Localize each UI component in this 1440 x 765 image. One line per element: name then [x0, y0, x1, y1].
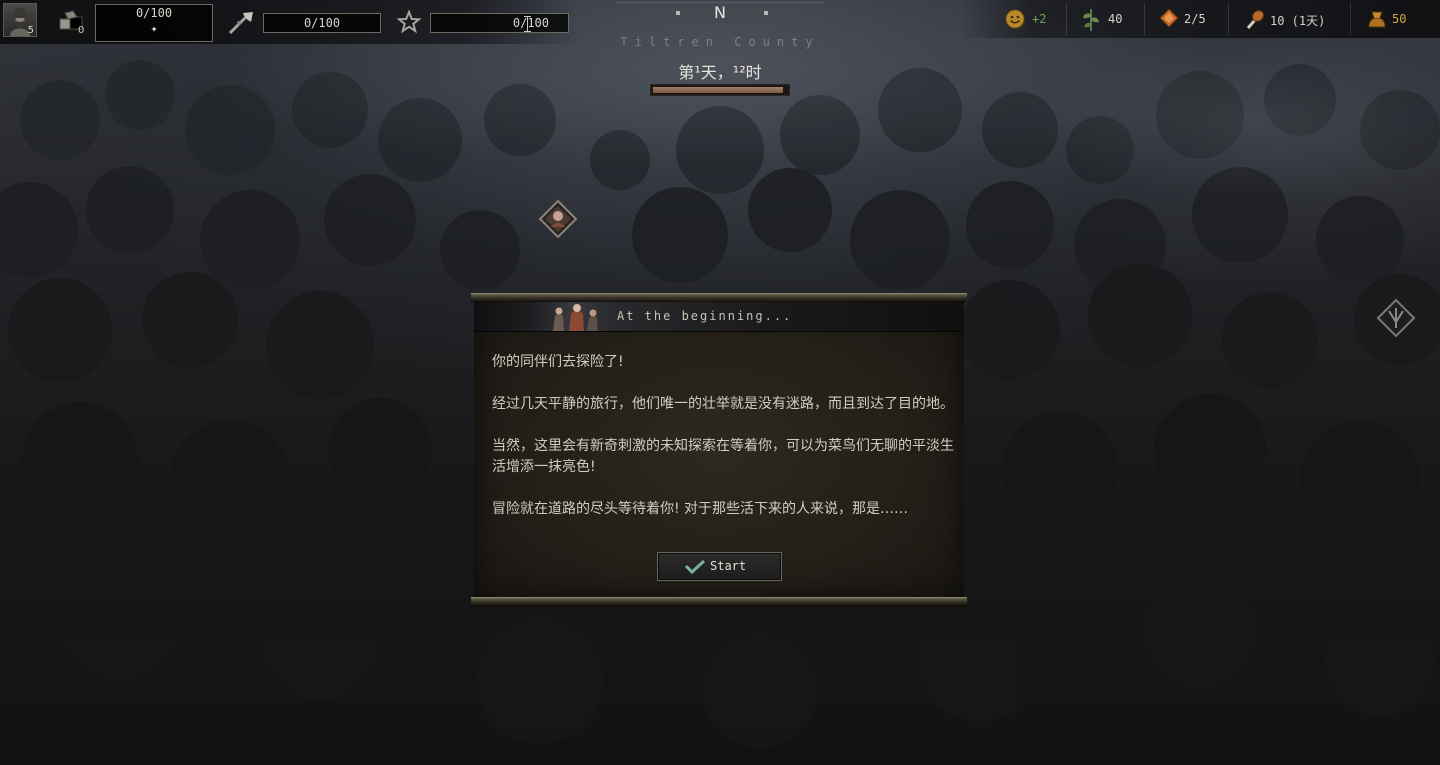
supplies-count: 0 — [78, 25, 85, 36]
supplies-capacity: 0/100 ✦ — [95, 4, 213, 42]
party-portrait[interactable]: 5 — [3, 3, 37, 37]
compass-heading: N — [714, 3, 726, 22]
herbs-resource[interactable]: 40 — [1080, 6, 1140, 32]
divider — [1144, 3, 1145, 35]
dialog-paragraph: 冒险就在道路的尽头等待着你! 对于那些活下来的人来说，那是…… — [492, 501, 909, 517]
dialog-text: 你的同伴们去探险了! 经过几天平静的旅行，他们唯一的壮举就是没有迷路，而且到达了… — [492, 352, 954, 541]
start-button[interactable]: Start — [657, 552, 782, 581]
world-map[interactable]: 5 0 0/100 ✦ 0/100 0/100 N Tiltren County… — [0, 0, 1440, 765]
intro-dialog: At the beginning... 你的同伴们去探险了! 经过几天平静的旅行… — [471, 293, 967, 606]
start-label: Start — [710, 559, 747, 573]
compass: N — [616, 2, 824, 23]
divider — [1228, 3, 1229, 35]
gems-resource[interactable]: 2/5 — [1158, 6, 1218, 32]
drumstick-icon — [1246, 10, 1265, 29]
fame-capacity: 0/100 — [430, 13, 569, 33]
supplies-sub: ✦ — [150, 22, 158, 35]
dialog-bottom-rail — [471, 597, 967, 606]
mood-resource[interactable]: +2 — [1004, 6, 1064, 32]
food-resource[interactable]: 10 (1天) — [1244, 6, 1340, 32]
divider — [1066, 3, 1067, 35]
smiley-icon — [1005, 9, 1025, 29]
divider — [1350, 3, 1351, 35]
weapon-capacity: 0/100 — [263, 13, 381, 33]
day-progress-fill — [653, 87, 783, 93]
fame-value: 0/100 — [512, 16, 549, 30]
gold-resource[interactable]: 50 — [1366, 6, 1426, 32]
day-progress-bar — [650, 84, 790, 96]
food-value: 10 (1天) — [1270, 14, 1326, 28]
supplies-value: 0/100 — [135, 6, 173, 20]
location-marker-icon[interactable] — [538, 199, 578, 239]
dialog-title: At the beginning... — [617, 309, 793, 323]
dialog-paragraph: 当然，这里会有新奇刺激的未知探索在等着你，可以为菜鸟们无聊的平淡生活增添一抹亮色… — [492, 438, 954, 475]
star-icon — [397, 10, 421, 34]
herbs-value: 40 — [1108, 12, 1123, 26]
mood-value: +2 — [1032, 12, 1047, 26]
gem-icon — [1159, 8, 1179, 28]
text-cursor — [524, 16, 531, 32]
party-size: 5 — [27, 25, 34, 36]
dialog-paragraph: 你的同伴们去探险了! — [492, 354, 624, 370]
day-time-label: 第¹天，¹²时 — [678, 63, 762, 82]
checkmark-icon — [684, 559, 706, 575]
adventurers-illustration — [529, 302, 619, 331]
dialog-banner: At the beginning... — [474, 302, 964, 332]
herb-icon — [1083, 9, 1099, 31]
gold-value: 50 — [1392, 12, 1407, 26]
county-name: Tiltren County — [620, 35, 820, 49]
compass-tick — [764, 11, 768, 15]
gems-value: 2/5 — [1184, 12, 1206, 26]
gold-pouch-icon — [1368, 11, 1386, 28]
dialog-paragraph: 经过几天平静的旅行，他们唯一的壮举就是没有迷路，而且到达了目的地。 — [492, 396, 954, 412]
compass-marker-icon[interactable] — [1376, 298, 1416, 338]
weapon-value: 0/100 — [303, 16, 341, 30]
weapon-icon — [228, 12, 253, 35]
